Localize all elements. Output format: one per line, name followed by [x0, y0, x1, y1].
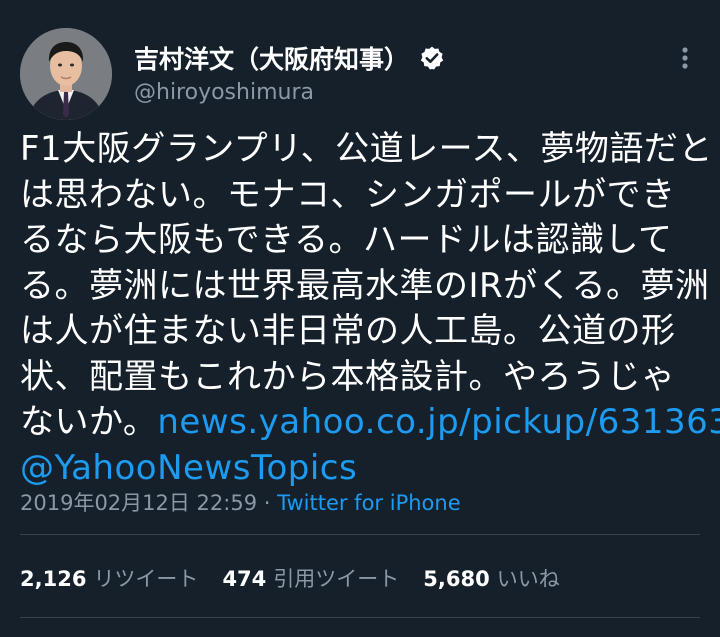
author-handle[interactable]: @hiroyoshimura	[134, 80, 314, 105]
tweet-card: 吉村洋文（大阪府知事） @hiroyoshimura F1大阪グランプリ、公道レ…	[0, 0, 720, 637]
author-name-row: 吉村洋文（大阪府知事）	[134, 40, 445, 76]
tweet-meta: 2019年02月12日 22:59 · Twitter for iPhone	[20, 487, 461, 517]
meta-separator: ·	[257, 491, 278, 515]
author-display-name[interactable]: 吉村洋文（大阪府知事）	[134, 40, 409, 76]
tweet-line: は人が住まない非日常の人工島。公道の形	[20, 311, 676, 351]
quote-count[interactable]: 474	[222, 567, 266, 591]
tweet-line-text: ないか。	[20, 402, 158, 442]
tweet-line-last: ないか。news.yahoo.co.jp/pickup/6313631	[20, 400, 720, 446]
divider	[20, 534, 700, 535]
avatar[interactable]	[20, 28, 112, 120]
quote-label[interactable]: 引用ツイート	[273, 563, 399, 593]
mention-link[interactable]: @YahooNewsTopics	[20, 448, 357, 488]
retweet-label[interactable]: リツイート	[93, 563, 198, 593]
more-options-icon[interactable]	[671, 44, 699, 72]
tweet-stats: 2,126 リツイート 474 引用ツイート 5,680 いいね	[20, 563, 584, 593]
like-label[interactable]: いいね	[497, 563, 560, 593]
tweet-line-mention: @YahooNewsTopics	[20, 446, 712, 492]
tweet-line: F1大阪グランプリ、公道レース、夢物語だと	[20, 129, 713, 169]
verified-badge-icon	[419, 45, 445, 71]
timestamp[interactable]: 2019年02月12日 22:59	[20, 491, 257, 515]
tweet-line: る。夢洲には世界最高水準のIRがくる。夢洲	[20, 265, 710, 306]
news-link[interactable]: news.yahoo.co.jp/pickup/6313631	[157, 402, 720, 442]
tweet-line: は思わない。モナコ、シンガポールができ	[20, 174, 676, 215]
source-link[interactable]: Twitter for iPhone	[277, 491, 461, 515]
tweet-text: F1大阪グランプリ、公道レース、夢物語だと は思わない。モナコ、シンガポールがで…	[20, 127, 720, 492]
tweet-line: 状、配置もこれから本格設計。やろうじゃ	[20, 356, 676, 397]
retweet-count[interactable]: 2,126	[20, 567, 86, 591]
like-count[interactable]: 5,680	[423, 567, 489, 591]
divider	[20, 617, 700, 618]
tweet-line: るなら大阪もできる。ハードルは認識して	[20, 220, 673, 260]
